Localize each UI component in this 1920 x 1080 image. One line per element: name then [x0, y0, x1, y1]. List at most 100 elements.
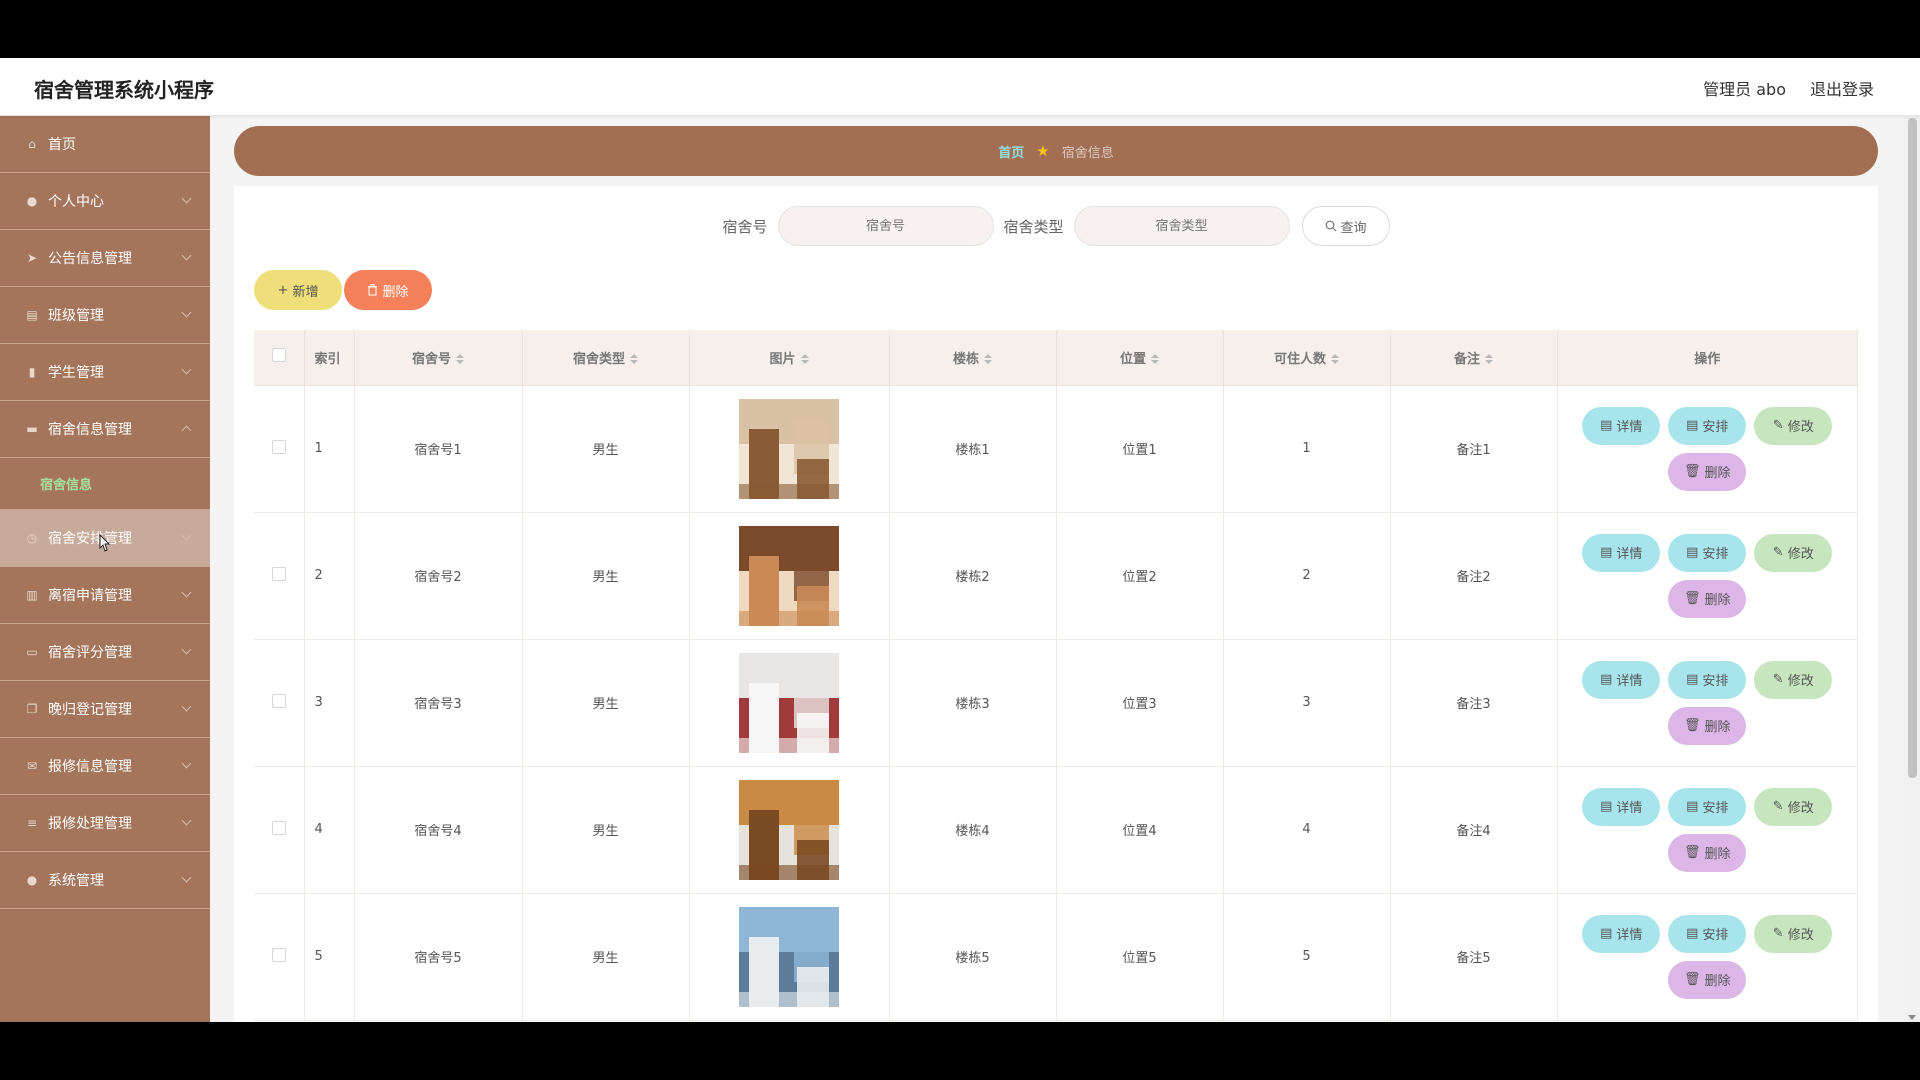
select-all-checkbox[interactable] — [271, 348, 286, 363]
sidebar-item-12[interactable]: ● 系统管理 — [0, 852, 210, 909]
type-search-input[interactable] — [1073, 206, 1290, 246]
edit-label: 修改 — [1787, 420, 1814, 435]
edit-button[interactable]: ✎ 修改 — [1754, 406, 1833, 445]
dorm-photo[interactable] — [739, 398, 839, 499]
page-scrollbar[interactable] — [1904, 116, 1920, 1022]
sort-icon[interactable] — [1151, 354, 1159, 365]
sidebar-item-0[interactable]: ⌂ 首页 — [0, 116, 210, 173]
table-row: 3 宿舍号3 男生 楼栋3 位置3 3 备注3 ▤ 详情 ▤ 安排 ✎ 修改 🗑 删除 — [254, 639, 1858, 767]
chevron-down-icon — [181, 872, 192, 883]
query-button[interactable]: 查询 — [1301, 206, 1390, 246]
sidebar-item-4[interactable]: ▮ 学生管理 — [0, 344, 210, 401]
row-checkbox[interactable] — [271, 820, 286, 835]
column-header-room-label: 宿舍号 — [411, 351, 451, 367]
detail-button[interactable]: ▤ 详情 — [1582, 406, 1661, 445]
sidebar-item-1[interactable]: ● 个人中心 — [0, 173, 210, 230]
scrollbar-thumb[interactable] — [1908, 118, 1917, 778]
trash-icon: 🗑 — [1683, 591, 1701, 606]
row-checkbox[interactable] — [271, 693, 286, 708]
arrange-button[interactable]: ▤ 安排 — [1668, 533, 1747, 572]
dorm-photo[interactable] — [739, 779, 839, 880]
cell-image — [689, 639, 890, 767]
sidebar-item-9[interactable]: ❐ 晚归登记管理 — [0, 681, 210, 738]
row-select-cell — [254, 639, 305, 767]
column-header-building[interactable]: 楼栋 — [889, 330, 1057, 386]
sort-icon[interactable] — [984, 354, 992, 365]
copy-icon: ❐ — [26, 702, 38, 716]
logout-link[interactable]: 退出登录 — [1810, 76, 1874, 100]
app-window: 宿舍管理系统小程序 管理员 abo 退出登录 ⌂ 首页 ● 个人中心 ➤ 公告信息管理 ▤ 班… — [0, 58, 1920, 1022]
row-select-cell — [254, 893, 305, 1021]
column-header-type[interactable]: 宿舍类型 — [522, 330, 690, 386]
arrange-label: 安排 — [1702, 928, 1729, 943]
add-label: 新增 — [292, 284, 319, 300]
column-header-position[interactable]: 位置 — [1056, 330, 1224, 386]
sort-icon[interactable] — [800, 354, 809, 365]
cell-note: 备注1 — [1390, 385, 1558, 513]
sort-icon[interactable] — [1485, 354, 1493, 365]
detail-button[interactable]: ▤ 详情 — [1582, 533, 1661, 572]
edit-button[interactable]: ✎ 修改 — [1754, 787, 1833, 826]
trash-icon — [368, 284, 378, 296]
column-header-capacity[interactable]: 可住人数 — [1223, 330, 1391, 386]
detail-button[interactable]: ▤ 详情 — [1582, 787, 1661, 826]
sort-icon[interactable] — [630, 354, 638, 365]
edit-button[interactable]: ✎ 修改 — [1754, 914, 1833, 953]
sidebar-item-10[interactable]: ✉ 报修信息管理 — [0, 738, 210, 795]
row-delete-button[interactable]: 🗑 删除 — [1668, 452, 1747, 491]
row-delete-button[interactable]: 🗑 删除 — [1668, 833, 1747, 872]
scroll-down-arrow[interactable] — [1908, 1015, 1916, 1020]
row-checkbox[interactable] — [271, 947, 286, 962]
sidebar-item-5[interactable]: ▬ 宿舍信息管理 — [0, 401, 210, 458]
room-search-input[interactable] — [777, 206, 994, 246]
arrange-button[interactable]: ▤ 安排 — [1668, 406, 1747, 445]
detail-button[interactable]: ▤ 详情 — [1582, 914, 1661, 953]
list-icon: ▤ — [26, 308, 38, 322]
room-search-label: 宿舍号 — [722, 217, 768, 236]
edit-button[interactable]: ✎ 修改 — [1754, 660, 1833, 699]
document-icon: ▤ — [1686, 799, 1699, 814]
plus-icon: + — [277, 282, 289, 298]
sidebar-item-label: 宿舍评分管理 — [48, 645, 132, 661]
add-button[interactable]: + 新增 — [254, 270, 342, 310]
sidebar-item-label: 宿舍信息管理 — [48, 422, 132, 438]
cell-building: 楼栋4 — [889, 766, 1057, 894]
row-delete-button[interactable]: 🗑 删除 — [1668, 960, 1747, 999]
row-delete-button[interactable]: 🗑 删除 — [1668, 706, 1747, 745]
sidebar-subitem-dorm-info[interactable]: 宿舍信息 — [0, 458, 210, 510]
chevron-down-icon — [181, 193, 192, 204]
column-header-room[interactable]: 宿舍号 — [354, 330, 523, 386]
top-header: 宿舍管理系统小程序 管理员 abo 退出登录 — [0, 58, 1920, 116]
detail-button[interactable]: ▤ 详情 — [1582, 660, 1661, 699]
batch-delete-button[interactable]: 删除 — [344, 270, 432, 310]
arrange-button[interactable]: ▤ 安排 — [1668, 660, 1747, 699]
row-checkbox[interactable] — [271, 566, 286, 581]
edit-button[interactable]: ✎ 修改 — [1754, 533, 1833, 572]
sidebar-item-label: 学生管理 — [48, 365, 104, 381]
dorm-photo[interactable] — [739, 906, 839, 1007]
sidebar-item-11[interactable]: ≡ 报修处理管理 — [0, 795, 210, 852]
dorm-photo[interactable] — [739, 652, 839, 753]
detail-label: 详情 — [1616, 801, 1643, 816]
pencil-icon: ✎ — [1772, 418, 1784, 433]
send-icon: ➤ — [26, 251, 38, 265]
sidebar-item-7[interactable]: ▥ 离宿申请管理 — [0, 567, 210, 624]
cell-note: 备注5 — [1390, 893, 1558, 1021]
row-checkbox[interactable] — [271, 439, 286, 454]
sidebar-item-2[interactable]: ➤ 公告信息管理 — [0, 230, 210, 287]
cell-room: 宿舍号1 — [354, 385, 523, 513]
column-header-index: 索引 — [304, 330, 355, 386]
sort-icon[interactable] — [1331, 354, 1339, 365]
dorm-photo[interactable] — [739, 525, 839, 626]
arrange-button[interactable]: ▤ 安排 — [1668, 787, 1747, 826]
row-delete-button[interactable]: 🗑 删除 — [1668, 579, 1747, 618]
cell-position: 位置1 — [1056, 385, 1224, 513]
sidebar-item-8[interactable]: ▭ 宿舍评分管理 — [0, 624, 210, 681]
breadcrumb-home[interactable]: 首页 — [998, 142, 1024, 161]
arrange-button[interactable]: ▤ 安排 — [1668, 914, 1747, 953]
column-header-note[interactable]: 备注 — [1390, 330, 1558, 386]
sort-icon[interactable] — [456, 354, 464, 365]
sidebar-item-3[interactable]: ▤ 班级管理 — [0, 287, 210, 344]
chevron-down-icon — [181, 250, 192, 261]
column-header-image[interactable]: 图片 — [689, 330, 890, 386]
